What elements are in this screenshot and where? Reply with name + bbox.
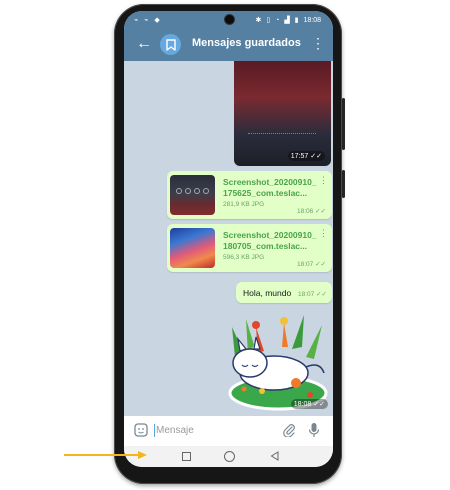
system-navigation-bar	[124, 446, 333, 467]
bluetooth-icon: ✱	[255, 17, 262, 24]
notification-icons: ⌁ ⌁ ◆	[134, 17, 162, 24]
photo-message[interactable]: 17:57 ✓✓	[234, 61, 331, 166]
file-size: 281,9 KB JPG	[223, 201, 265, 208]
message-time: 18:07 ✓✓	[297, 261, 326, 268]
file-name[interactable]: Screenshot_20200910_175625_com.teslac...	[223, 177, 319, 199]
microphone-icon[interactable]	[308, 422, 320, 438]
annotation-arrow	[64, 451, 147, 459]
vibrate-icon: ▯	[266, 17, 271, 24]
arrow-left-icon[interactable]: ←	[136, 34, 152, 54]
message-input[interactable]	[156, 422, 266, 438]
text-message[interactable]: Hola, mundo 18:07 ✓✓	[236, 282, 332, 303]
message-time: 18:06 ✓✓	[297, 208, 326, 215]
file-name[interactable]: Screenshot_20200910_180705_com.teslac...	[223, 230, 319, 252]
more-vertical-icon[interactable]: ⋮	[319, 176, 328, 185]
double-check-icon: ✓✓	[315, 261, 326, 268]
chat-header: ← Mensajes guardados ⋮	[124, 28, 333, 61]
status-icons: ✱ ▯ ◔ ▟ ▮ 18:08	[252, 16, 321, 24]
sticker-emoji-icon[interactable]	[134, 423, 148, 437]
message-time: 17:57 ✓✓	[287, 151, 325, 161]
status-bar: ⌁ ⌁ ◆ ✱ ▯ ◔ ▟ ▮ 18:08	[124, 11, 333, 28]
photo-text-line	[248, 133, 316, 138]
status-time: 18:08	[303, 17, 321, 24]
file-message[interactable]: Screenshot_20200910_180705_com.teslac...…	[167, 224, 332, 272]
double-check-icon: ✓✓	[316, 291, 327, 298]
message-time: 18:08 ✓✓	[290, 399, 328, 409]
message-input-bar	[124, 416, 333, 446]
sleeping-creature-sticker	[228, 315, 328, 411]
sticker-message[interactable]: 18:08 ✓✓	[222, 307, 330, 411]
power-button	[342, 170, 345, 198]
message-text: Hola, mundo	[243, 288, 292, 298]
paperclip-icon[interactable]	[282, 423, 296, 437]
double-check-icon: ✓✓	[313, 401, 325, 408]
recent-apps-icon[interactable]	[182, 452, 191, 461]
wifi-icon: ◔	[275, 17, 280, 24]
phone-screen: ⌁ ⌁ ◆ ✱ ▯ ◔ ▟ ▮ 18:08 ← Mensajes guardad…	[124, 11, 333, 467]
signal-icon: ▟	[284, 17, 290, 24]
more-vertical-icon[interactable]: ⋮	[319, 229, 328, 238]
battery-icon: ▮	[294, 17, 299, 24]
file-thumbnail[interactable]	[170, 175, 215, 215]
bookmark-icon	[165, 38, 176, 51]
double-check-icon: ✓✓	[310, 153, 322, 160]
file-size: 596,3 KB JPG	[223, 254, 265, 261]
file-message[interactable]: Screenshot_20200910_175625_com.teslac...…	[167, 171, 332, 219]
file-thumbnail[interactable]	[170, 228, 215, 268]
saved-messages-avatar[interactable]	[160, 34, 181, 55]
double-check-icon: ✓✓	[315, 208, 326, 215]
message-time: 18:07 ✓✓	[298, 291, 327, 298]
back-triangle-icon[interactable]	[270, 451, 279, 461]
volume-button	[342, 98, 345, 150]
text-caret	[154, 424, 155, 437]
more-vertical-icon[interactable]: ⋮	[311, 35, 325, 51]
message-list[interactable]: 17:57 ✓✓ Screenshot_20200910_175625_com.…	[124, 61, 333, 416]
chat-title[interactable]: Mensajes guardados	[192, 37, 301, 49]
front-camera	[225, 15, 234, 24]
home-icon[interactable]	[224, 451, 235, 462]
